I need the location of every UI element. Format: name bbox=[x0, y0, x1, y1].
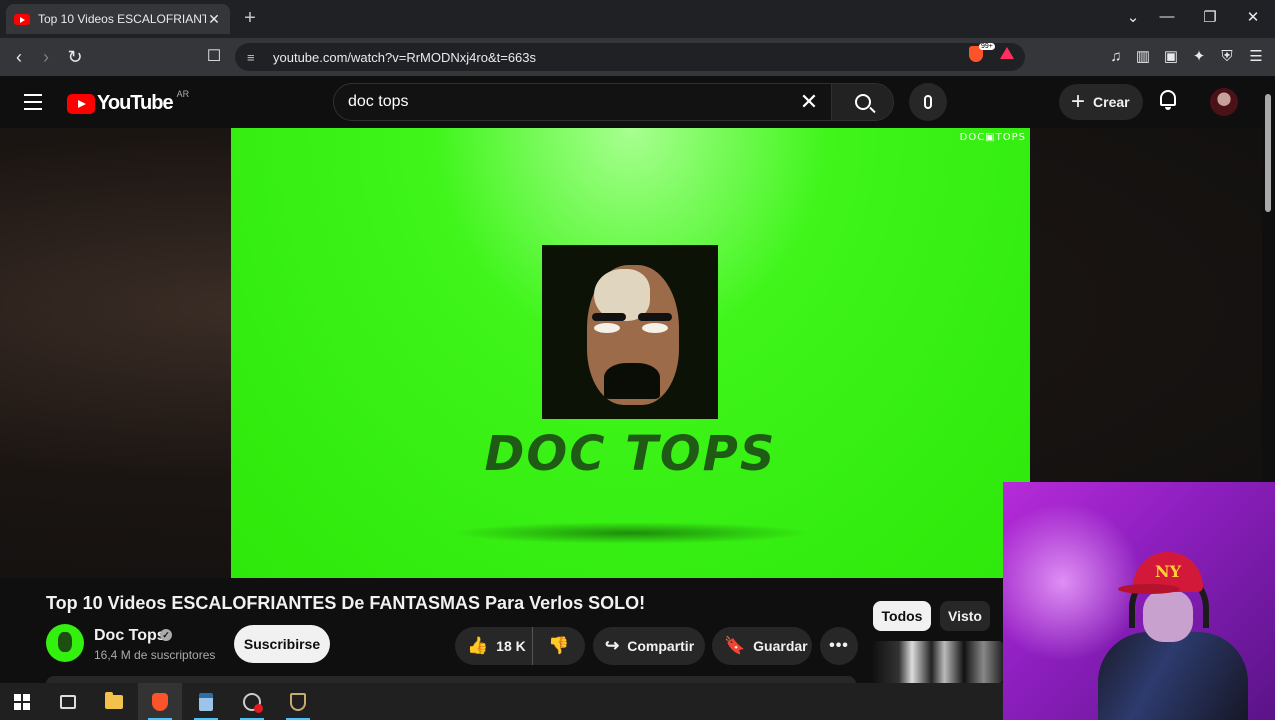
site-info-icon[interactable]: ≡ bbox=[247, 50, 261, 65]
sidebar-icon[interactable]: ▥ bbox=[1133, 47, 1153, 67]
browser-tab-active[interactable]: Top 10 Videos ESCALOFRIANTES De FANTASMA… bbox=[6, 4, 230, 34]
start-button[interactable] bbox=[0, 683, 44, 720]
url-text: youtube.com/watch?v=RrMODNxj4ro&t=663s bbox=[273, 49, 537, 65]
webcam-overlay: NY bbox=[1003, 482, 1275, 720]
screen: Top 10 Videos ESCALOFRIANTES De FANTASMA… bbox=[0, 0, 1275, 720]
windows-taskbar bbox=[0, 683, 1003, 720]
vpn-shield-icon[interactable]: ⛨ bbox=[1217, 47, 1237, 67]
channel-avatar[interactable] bbox=[46, 624, 84, 662]
video-title: Top 10 Videos ESCALOFRIANTES De FANTASMA… bbox=[46, 593, 646, 613]
speedtest-button[interactable] bbox=[230, 683, 274, 720]
scrollbar-thumb[interactable] bbox=[1265, 94, 1271, 212]
youtube-favicon-icon bbox=[14, 13, 30, 25]
restore-button[interactable]: ❐ bbox=[1200, 8, 1220, 26]
new-tab-button[interactable]: + bbox=[240, 8, 260, 28]
like-dislike-group: 👍 18 K 👎 bbox=[455, 627, 585, 665]
voice-search-button[interactable] bbox=[909, 83, 947, 121]
video-player[interactable]: DOC▣TOPS DOC TOPS bbox=[231, 128, 1030, 578]
youtube-logo[interactable]: YouTube AR bbox=[67, 88, 190, 115]
league-of-legends-icon bbox=[290, 692, 306, 711]
microphone-icon bbox=[924, 95, 932, 109]
music-icon[interactable]: ♫ bbox=[1106, 47, 1126, 67]
close-window-button[interactable]: ✕ bbox=[1243, 8, 1263, 26]
save-label: Guardar bbox=[753, 638, 808, 654]
plus-icon: + bbox=[1071, 88, 1086, 115]
task-view-icon bbox=[60, 694, 76, 709]
calculator-button[interactable] bbox=[184, 683, 228, 720]
subscriber-count: 16,4 M de suscriptores bbox=[94, 648, 216, 662]
ny-logo-image: NY bbox=[1155, 562, 1182, 581]
subscribe-button[interactable]: Suscribirse bbox=[234, 625, 330, 663]
recommended-video-thumbnail[interactable] bbox=[873, 641, 1003, 683]
verified-badge-icon: ✓ bbox=[160, 629, 172, 641]
browser-toolbar: ‹ › ↻ ☐ ≡ youtube.com/watch?v=RrMODNxj4r… bbox=[0, 38, 1275, 76]
filter-chip-todos[interactable]: Todos bbox=[873, 601, 931, 631]
youtube-wordmark: YouTube bbox=[97, 92, 174, 114]
reload-icon[interactable]: ↻ bbox=[64, 46, 86, 68]
brave-rewards-icon[interactable] bbox=[1000, 47, 1014, 59]
share-label: Compartir bbox=[627, 638, 695, 654]
leo-ai-icon[interactable]: ✦ bbox=[1189, 47, 1209, 67]
youtube-header: YouTube AR doc tops ✕ + Crear bbox=[0, 76, 1262, 128]
notifications-bell-icon[interactable] bbox=[1158, 90, 1178, 112]
thumbs-down-icon: 👎 bbox=[548, 636, 570, 655]
create-button[interactable]: + Crear bbox=[1059, 84, 1143, 120]
clear-search-icon[interactable]: ✕ bbox=[787, 89, 831, 115]
start-icon bbox=[14, 693, 30, 710]
bookmark-save-icon: 🔖 bbox=[724, 636, 746, 655]
browser-tab-strip: Top 10 Videos ESCALOFRIANTES De FANTASMA… bbox=[0, 0, 1275, 38]
like-count: 18 K bbox=[496, 638, 526, 654]
league-of-legends-button[interactable] bbox=[276, 683, 320, 720]
create-label: Crear bbox=[1093, 94, 1130, 110]
share-icon: ↪ bbox=[605, 636, 620, 655]
file-explorer-icon bbox=[105, 691, 123, 709]
dislike-button[interactable]: 👎 bbox=[533, 627, 585, 665]
minimize-button[interactable]: — bbox=[1157, 8, 1177, 25]
wallet-icon[interactable]: ▣ bbox=[1161, 47, 1181, 67]
address-bar[interactable]: ≡ youtube.com/watch?v=RrMODNxj4ro&t=663s bbox=[235, 43, 1025, 71]
video-overlay-title: DOC TOPS bbox=[484, 426, 777, 482]
task-view-button[interactable] bbox=[46, 683, 90, 720]
search-button[interactable] bbox=[831, 84, 893, 120]
shields-count-badge: 99+ bbox=[979, 43, 995, 50]
save-button[interactable]: 🔖 Guardar bbox=[712, 627, 812, 665]
doc-tops-logo-image bbox=[542, 245, 718, 419]
speedtest-icon bbox=[243, 692, 263, 713]
filter-chip-visto[interactable]: Visto bbox=[940, 601, 990, 631]
more-actions-button[interactable]: ••• bbox=[820, 627, 858, 665]
forward-icon[interactable]: › bbox=[35, 46, 57, 68]
menu-icon[interactable]: ☰ bbox=[1246, 47, 1266, 67]
country-code: AR bbox=[176, 88, 190, 99]
calculator-icon bbox=[199, 692, 213, 711]
brave-taskbar-button[interactable] bbox=[138, 683, 182, 720]
channel-watermark: DOC▣TOPS bbox=[959, 132, 1026, 143]
search-box[interactable]: doc tops ✕ bbox=[333, 83, 894, 121]
bookmark-icon[interactable]: ☐ bbox=[203, 46, 225, 68]
tab-search-button[interactable]: ⌄ bbox=[1123, 8, 1143, 26]
tab-title: Top 10 Videos ESCALOFRIANTES De FANTASMA… bbox=[38, 12, 206, 26]
user-avatar[interactable] bbox=[1210, 88, 1238, 116]
brave-icon bbox=[152, 692, 168, 711]
back-icon[interactable]: ‹ bbox=[8, 46, 30, 68]
floor-shadow bbox=[451, 522, 811, 544]
like-button[interactable]: 👍 18 K bbox=[455, 627, 533, 665]
youtube-play-icon bbox=[67, 93, 95, 114]
share-button[interactable]: ↪ Compartir bbox=[593, 627, 705, 665]
channel-name[interactable]: Doc Tops bbox=[94, 627, 166, 645]
file-explorer-button[interactable] bbox=[92, 683, 136, 720]
tab-close-button[interactable]: ✕ bbox=[206, 11, 222, 28]
hamburger-menu-icon[interactable] bbox=[24, 94, 42, 110]
search-input[interactable]: doc tops bbox=[334, 93, 787, 111]
thumbs-up-icon: 👍 bbox=[467, 636, 489, 655]
search-icon bbox=[854, 94, 871, 110]
